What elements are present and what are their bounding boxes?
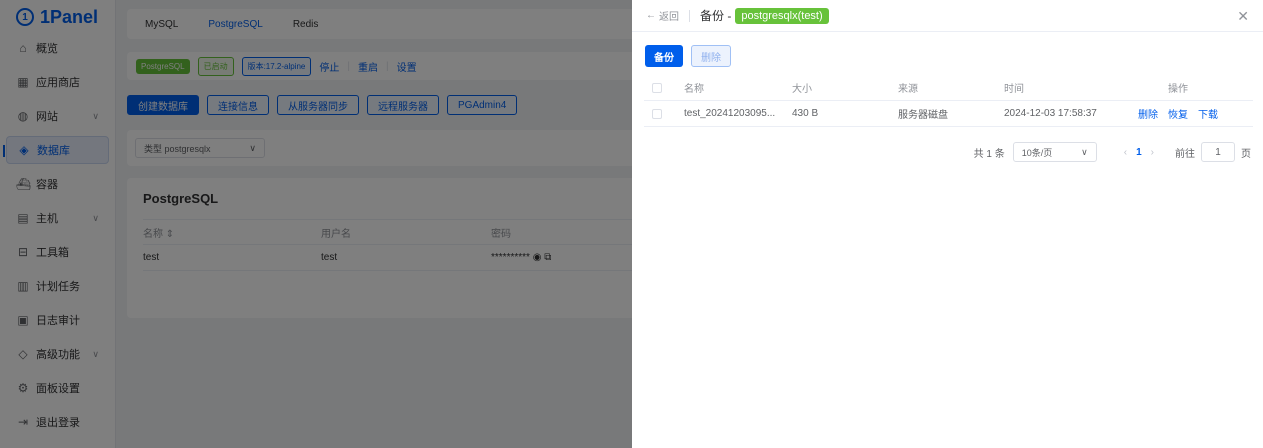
drawer-title: 备份 - postgresqlx(test) — [700, 7, 829, 24]
row-checkbox[interactable] — [652, 108, 662, 119]
table-row: test_20241203095... 430 B 服务器磁盘 2024-12-… — [644, 101, 1253, 127]
row-actions: 删除 恢复 下载 — [1138, 106, 1218, 121]
close-icon[interactable]: ✕ — [1237, 8, 1249, 25]
page-number[interactable]: 1 — [1136, 147, 1142, 158]
page-size-select[interactable]: 10条/页 ∨ — [1012, 142, 1097, 162]
prev-page-icon[interactable]: ‹ — [1124, 147, 1127, 158]
pagination: 共 1 条 10条/页 ∨ ‹ 1 › 前往 1 页 — [974, 142, 1251, 162]
select-all-checkbox[interactable] — [652, 82, 662, 93]
cell-source: 服务器磁盘 — [898, 110, 948, 121]
cell-time: 2024-12-03 17:58:37 — [1004, 108, 1097, 119]
row-download-button[interactable]: 下载 — [1198, 106, 1218, 121]
column-header-time: 时间 — [1004, 84, 1024, 95]
modal-overlay[interactable] — [0, 0, 632, 448]
chevron-down-icon: ∨ — [1081, 146, 1088, 157]
delete-button[interactable]: 删除 — [691, 45, 731, 67]
back-label: 返回 — [659, 12, 679, 23]
drawer-title-prefix: 备份 - — [700, 9, 732, 23]
backup-table: 名称 大小 来源 时间 操作 test_20241203095... 430 B… — [644, 75, 1253, 127]
row-restore-button[interactable]: 恢复 — [1168, 106, 1188, 121]
arrow-left-icon: ← — [646, 10, 656, 21]
page-unit-label: 页 — [1241, 148, 1251, 160]
table-header: 名称 大小 来源 时间 操作 — [644, 75, 1253, 101]
backup-button[interactable]: 备份 — [645, 45, 683, 67]
cell-size: 430 B — [792, 108, 819, 119]
drawer-actions: 备份 删除 — [645, 45, 731, 67]
row-delete-button[interactable]: 删除 — [1138, 106, 1158, 121]
drawer-header: ← 返回 备份 - postgresqlx(test) ✕ — [632, 0, 1263, 32]
column-header-size: 大小 — [792, 84, 812, 95]
cell-name: test_20241203095... — [684, 108, 776, 119]
backup-drawer: ← 返回 备份 - postgresqlx(test) ✕ 备份 删除 名称 大小… — [632, 0, 1263, 448]
divider — [689, 9, 690, 22]
column-header-source: 来源 — [898, 84, 918, 95]
goto-label: 前往 — [1175, 148, 1195, 160]
back-button[interactable]: ← 返回 — [646, 8, 679, 23]
page-size-value: 10条/页 — [1021, 147, 1053, 158]
next-page-icon[interactable]: › — [1151, 147, 1154, 158]
database-name-tag: postgresqlx(test) — [735, 7, 829, 24]
pagination-total: 共 1 条 — [973, 148, 1005, 160]
column-header-ops: 操作 — [1168, 84, 1188, 95]
goto-page-input[interactable]: 1 — [1201, 142, 1235, 162]
column-header-name: 名称 — [684, 84, 704, 95]
